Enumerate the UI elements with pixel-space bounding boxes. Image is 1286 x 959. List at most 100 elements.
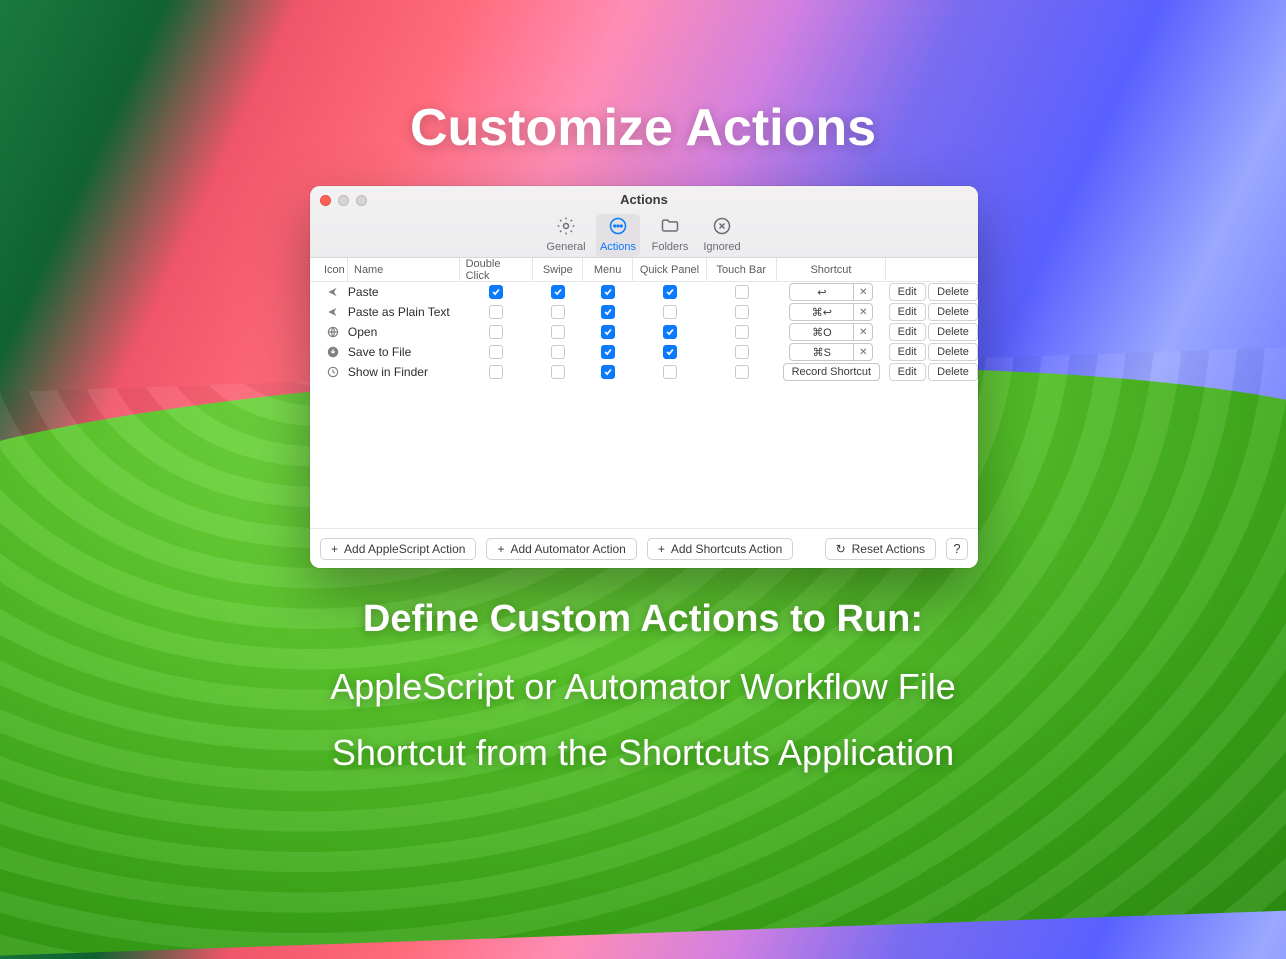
clear-shortcut-button[interactable]: ✕ [854,304,872,320]
checkbox[interactable] [489,325,503,339]
add-applescript-label: Add AppleScript Action [344,542,465,556]
edit-button[interactable]: Edit [889,343,926,361]
col-menu[interactable]: Menu [583,258,633,281]
plus-icon: + [658,542,665,556]
col-icon[interactable]: Icon [318,258,348,281]
tab-folders[interactable]: Folders [648,214,692,257]
checkbox[interactable] [551,305,565,319]
help-button[interactable]: ? [946,538,968,560]
row-icon [318,302,348,322]
toolbar-tabs: General Actions Folders Ignored [310,214,978,257]
add-automator-button[interactable]: + Add Automator Action [486,538,636,560]
tab-actions[interactable]: Actions [596,214,640,257]
checkbox[interactable] [663,305,677,319]
plus-icon: + [331,542,338,556]
tab-ignored[interactable]: Ignored [700,214,744,257]
tab-general-label: General [546,241,585,253]
checkbox[interactable] [601,305,615,319]
window-footer: + Add AppleScript Action + Add Automator… [310,528,978,568]
checkbox[interactable] [663,345,677,359]
checkbox[interactable] [489,365,503,379]
delete-button[interactable]: Delete [928,343,978,361]
add-applescript-button[interactable]: + Add AppleScript Action [320,538,476,560]
row-name: Show in Finder [348,362,460,382]
record-shortcut-button[interactable]: Record Shortcut [783,363,880,381]
checkbox[interactable] [663,365,677,379]
row-name: Save to File [348,342,460,362]
table-row: Paste as Plain Text ⌘↩✕ EditDelete [310,302,978,322]
tab-ignored-label: Ignored [703,241,740,253]
add-automator-label: Add Automator Action [510,542,625,556]
shortcut-field[interactable]: ↩✕ [789,283,873,301]
reset-icon: ↻ [836,542,846,556]
shortcut-key: ↩ [790,284,854,300]
actions-table: Icon Name Double Click Swipe Menu Quick … [310,258,978,528]
col-swipe[interactable]: Swipe [533,258,583,281]
checkbox[interactable] [735,325,749,339]
edit-button[interactable]: Edit [889,283,926,301]
shortcut-field[interactable]: ⌘S✕ [789,343,873,361]
ellipsis-circle-icon [608,216,628,239]
delete-button[interactable]: Delete [928,283,978,301]
checkbox[interactable] [601,365,615,379]
delete-button[interactable]: Delete [928,323,978,341]
table-header: Icon Name Double Click Swipe Menu Quick … [310,258,978,282]
checkbox[interactable] [489,305,503,319]
col-touch-bar[interactable]: Touch Bar [707,258,777,281]
checkbox[interactable] [663,325,677,339]
table-row: Save to File ⌘S✕ EditDelete [310,342,978,362]
edit-button[interactable]: Edit [889,363,926,381]
table-row: Open ⌘O✕ EditDelete [310,322,978,342]
row-name: Paste as Plain Text [348,302,460,322]
checkbox[interactable] [601,325,615,339]
tab-folders-label: Folders [652,241,689,253]
reset-actions-label: Reset Actions [852,542,925,556]
delete-button[interactable]: Delete [928,303,978,321]
edit-button[interactable]: Edit [889,323,926,341]
checkbox[interactable] [735,345,749,359]
table-row: Paste↩✕EditDelete [310,282,978,302]
promo-line-2: AppleScript or Automator Workflow File [0,666,1286,708]
shortcut-key: ⌘↩ [790,304,854,320]
tab-actions-label: Actions [600,241,636,253]
row-icon [318,322,348,342]
delete-button[interactable]: Delete [928,363,978,381]
folder-icon [660,216,680,239]
gear-icon [556,216,576,239]
checkbox[interactable] [489,285,503,299]
col-quick-panel[interactable]: Quick Panel [633,258,707,281]
tab-general[interactable]: General [544,214,588,257]
checkbox[interactable] [551,365,565,379]
shortcut-key: ⌘O [790,324,854,340]
clear-shortcut-button[interactable]: ✕ [854,284,872,300]
checkbox[interactable] [735,365,749,379]
row-name: Open [348,322,460,342]
row-icon [318,362,348,382]
checkbox[interactable] [735,285,749,299]
checkbox[interactable] [551,345,565,359]
checkbox[interactable] [551,325,565,339]
row-icon [318,282,348,302]
edit-button[interactable]: Edit [889,303,926,321]
window-title: Actions [310,192,978,207]
shortcut-field[interactable]: ⌘↩✕ [789,303,873,321]
add-shortcuts-label: Add Shortcuts Action [671,542,782,556]
shortcut-key: ⌘S [790,344,854,360]
hero-title: Customize Actions [0,98,1286,158]
reset-actions-button[interactable]: ↻ Reset Actions [825,538,936,560]
col-name[interactable]: Name [348,258,460,281]
checkbox[interactable] [663,285,677,299]
col-double-click[interactable]: Double Click [460,258,534,281]
checkbox[interactable] [489,345,503,359]
checkbox[interactable] [551,285,565,299]
shortcut-field[interactable]: ⌘O✕ [789,323,873,341]
preferences-window: Actions General Actions Folders [310,186,978,568]
table-body: Paste↩✕EditDeletePaste as Plain Text⌘↩✕E… [310,282,978,382]
add-shortcuts-button[interactable]: + Add Shortcuts Action [647,538,793,560]
checkbox[interactable] [735,305,749,319]
clear-shortcut-button[interactable]: ✕ [854,324,872,340]
clear-shortcut-button[interactable]: ✕ [854,344,872,360]
col-shortcut[interactable]: Shortcut [777,258,887,281]
checkbox[interactable] [601,345,615,359]
checkbox[interactable] [601,285,615,299]
